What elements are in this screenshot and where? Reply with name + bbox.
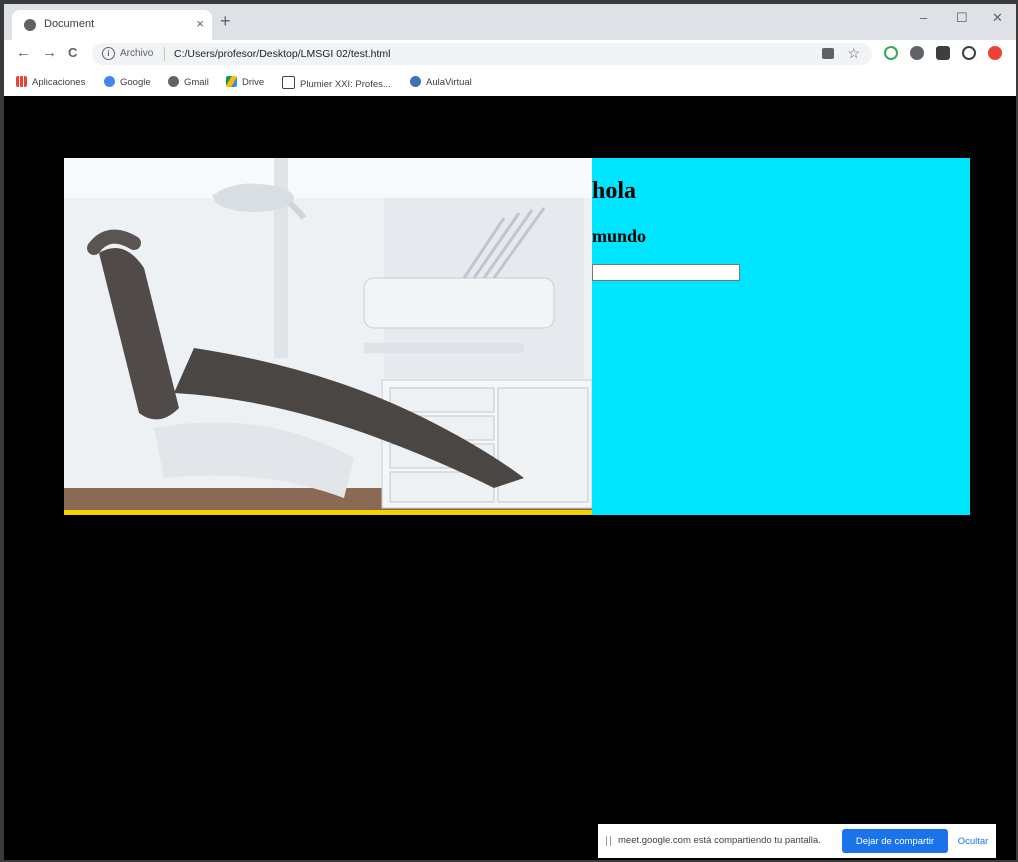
scheme-label: Archivo [120, 48, 154, 59]
browser-toolbar: ← → C i Archivo C:/Users/profesor/Deskto… [4, 40, 1016, 68]
info-icon[interactable]: i [102, 47, 115, 60]
translate-icon[interactable] [822, 48, 834, 59]
bookmark-aplicaciones[interactable]: Aplicaciones [16, 76, 85, 88]
close-window-button[interactable]: ✕ [992, 10, 1003, 26]
text-panel: hola mundo [592, 158, 970, 515]
star-icon[interactable]: ☆ [847, 45, 860, 62]
plumier-icon [282, 76, 295, 89]
drive-icon [226, 76, 237, 87]
aulavirtual-icon [410, 76, 421, 87]
bookmark-plumier[interactable]: Plumier XXI: Profes... [282, 76, 391, 90]
dental-chair-illustration [64, 158, 592, 515]
extension-check-icon[interactable] [910, 46, 924, 60]
address-bar[interactable]: i Archivo C:/Users/profesor/Desktop/LMSG… [92, 43, 872, 65]
bookmark-google[interactable]: Google [104, 76, 151, 88]
url-text[interactable]: C:/Users/profesor/Desktop/LMSGI 02/test.… [174, 48, 391, 60]
omnibox-divider [164, 47, 165, 61]
bookmark-label: Drive [242, 77, 265, 88]
page-subheading: mundo [592, 226, 647, 246]
tab-strip: Document × + – ☐ ✕ [4, 4, 1016, 40]
bookmark-aulavirtual[interactable]: AulaVirtual [410, 76, 472, 88]
gmail-icon [168, 76, 179, 87]
text-input[interactable] [592, 264, 740, 281]
maximize-button[interactable]: ☐ [956, 10, 968, 26]
google-icon [104, 76, 115, 87]
back-button[interactable]: ← [16, 45, 31, 61]
bookmark-drive[interactable]: Drive [226, 76, 264, 88]
globe-icon [24, 19, 36, 31]
hide-button[interactable]: Ocultar [954, 829, 992, 853]
bookmark-label: AulaVirtual [426, 77, 472, 88]
bookmark-label: Plumier XXI: Profes... [300, 79, 391, 90]
profile-icon[interactable] [962, 46, 976, 60]
bookmark-label: Google [120, 77, 151, 88]
drag-handle-icon[interactable] [606, 836, 611, 846]
reload-button[interactable]: C [68, 45, 77, 61]
extension-enter-icon[interactable] [884, 46, 898, 60]
bookmark-label: Gmail [184, 77, 209, 88]
page-heading: hola [592, 178, 637, 204]
update-menu-icon[interactable] [988, 46, 1002, 60]
bookmarks-bar: Aplicaciones Google Gmail Drive Plumier … [4, 68, 1016, 97]
tab-close-icon[interactable]: × [196, 16, 204, 31]
extensions-puzzle-icon[interactable] [936, 46, 950, 60]
minimize-button[interactable]: – [920, 10, 927, 25]
bookmark-gmail[interactable]: Gmail [168, 76, 209, 88]
dental-chair-image [64, 158, 592, 515]
apps-grid-icon [16, 76, 27, 87]
bookmark-label: Aplicaciones [32, 77, 86, 88]
page-viewport: hola mundo meet.google.com está comparti… [4, 96, 1016, 860]
new-tab-button[interactable]: + [220, 12, 231, 30]
tab-document[interactable]: Document × [12, 10, 212, 40]
tab-title: Document [44, 18, 95, 30]
forward-button[interactable]: → [42, 45, 57, 61]
browser-window: Document × + – ☐ ✕ ← → C i Archivo C:/Us… [4, 4, 1016, 860]
screen-share-notification: meet.google.com está compartiendo tu pan… [598, 824, 996, 858]
share-message: meet.google.com está compartiendo tu pan… [618, 835, 821, 846]
stop-sharing-button[interactable]: Dejar de compartir [842, 829, 948, 853]
